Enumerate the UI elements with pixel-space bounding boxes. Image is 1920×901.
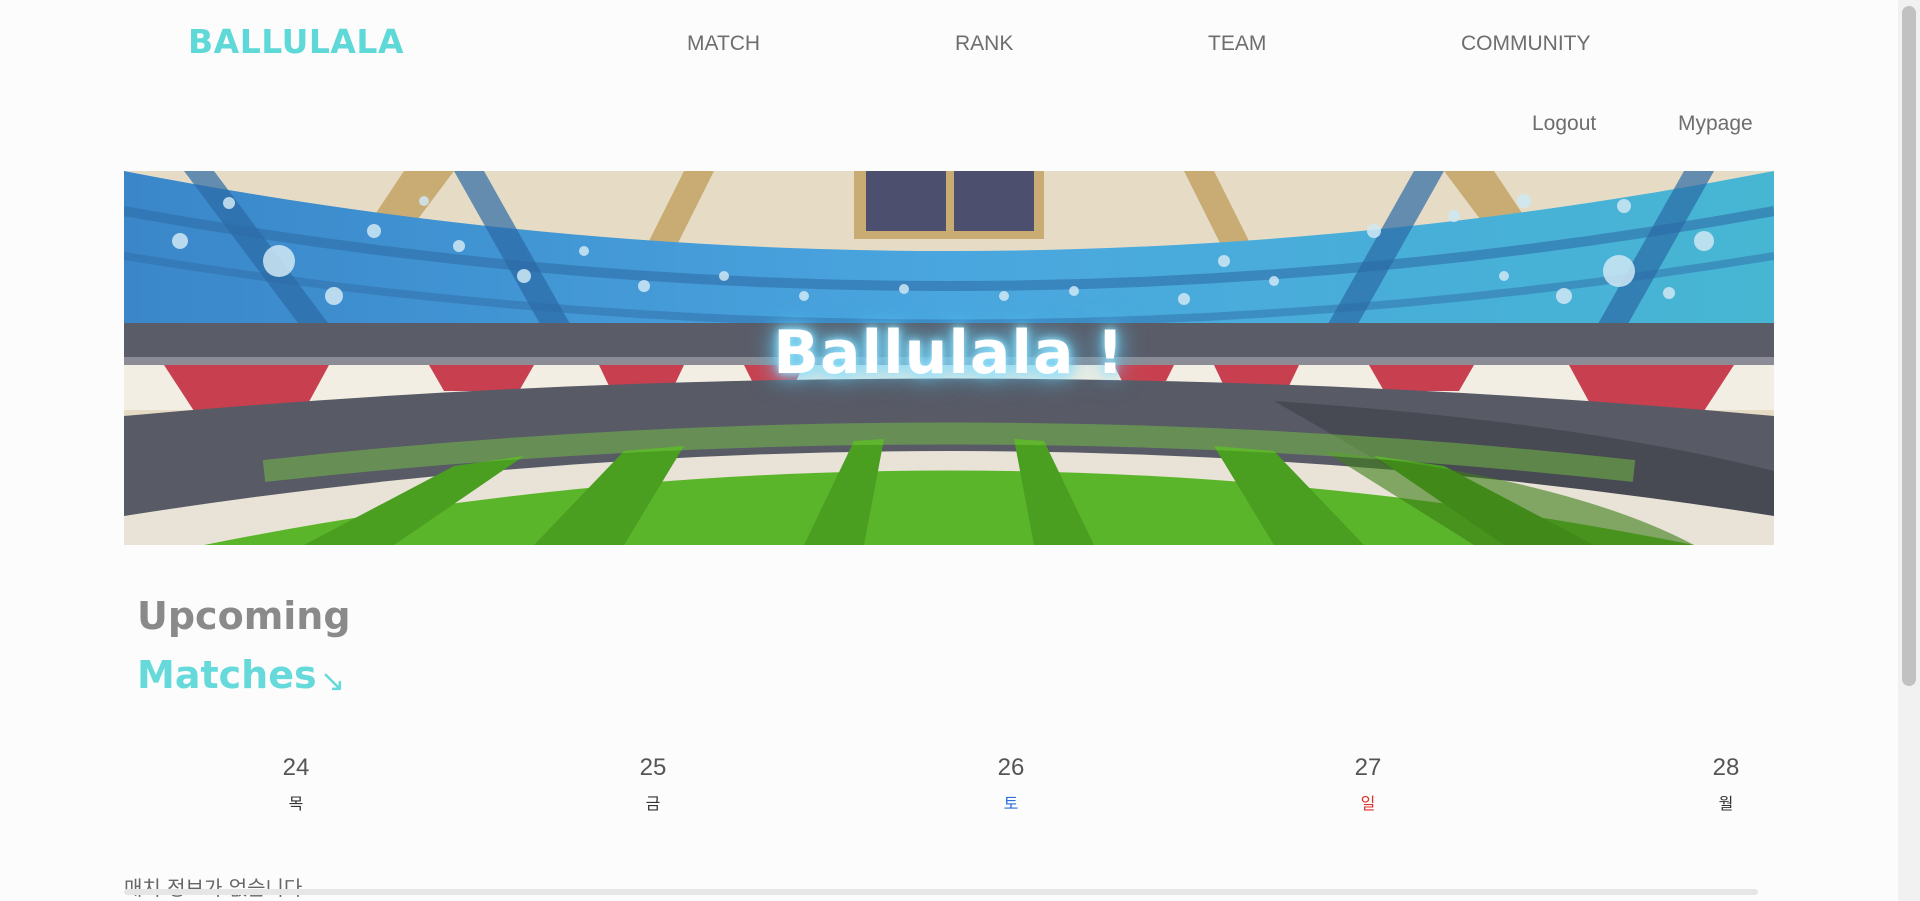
upcoming-heading: Upcoming [137,594,351,638]
date-weekday: 금 [645,794,661,813]
mypage-link[interactable]: Mypage [1678,112,1753,136]
date-number: 28 [1712,754,1740,781]
nav-rank[interactable]: RANK [955,32,1013,56]
scrollbar-thumb[interactable] [1902,6,1916,686]
nav-community[interactable]: COMMUNITY [1461,32,1591,56]
logout-link[interactable]: Logout [1532,112,1596,136]
brand-logo[interactable]: BALLULALA [188,22,404,61]
matches-heading: Matches [137,653,317,697]
date-item[interactable]: 24 목 [256,754,336,814]
date-number: 27 [1354,754,1382,781]
date-weekday: 목 [288,794,304,813]
hero-title: Ballulala ! [773,318,1125,388]
date-number: 26 [997,754,1025,781]
date-weekday: 월 [1718,794,1734,813]
date-item[interactable]: 26 토 [971,754,1051,814]
no-match-message: 매치 정보가 없습니다. [124,876,309,900]
arrow-down-right-icon: ↘ [320,664,346,699]
date-number: 24 [282,754,310,781]
nav-match[interactable]: MATCH [687,32,760,56]
hero-banner: Ballulala ! [124,171,1774,545]
nav-team[interactable]: TEAM [1208,32,1266,56]
date-item[interactable]: 27 일 [1328,754,1408,814]
date-weekday: 토 [1003,794,1019,813]
vertical-scrollbar[interactable] [1898,0,1920,901]
date-weekday: 일 [1360,794,1376,813]
horizontal-scrollbar[interactable] [124,889,1758,895]
date-item[interactable]: 28 월 [1686,754,1766,814]
date-item[interactable]: 25 금 [613,754,693,814]
date-number: 25 [639,754,667,781]
